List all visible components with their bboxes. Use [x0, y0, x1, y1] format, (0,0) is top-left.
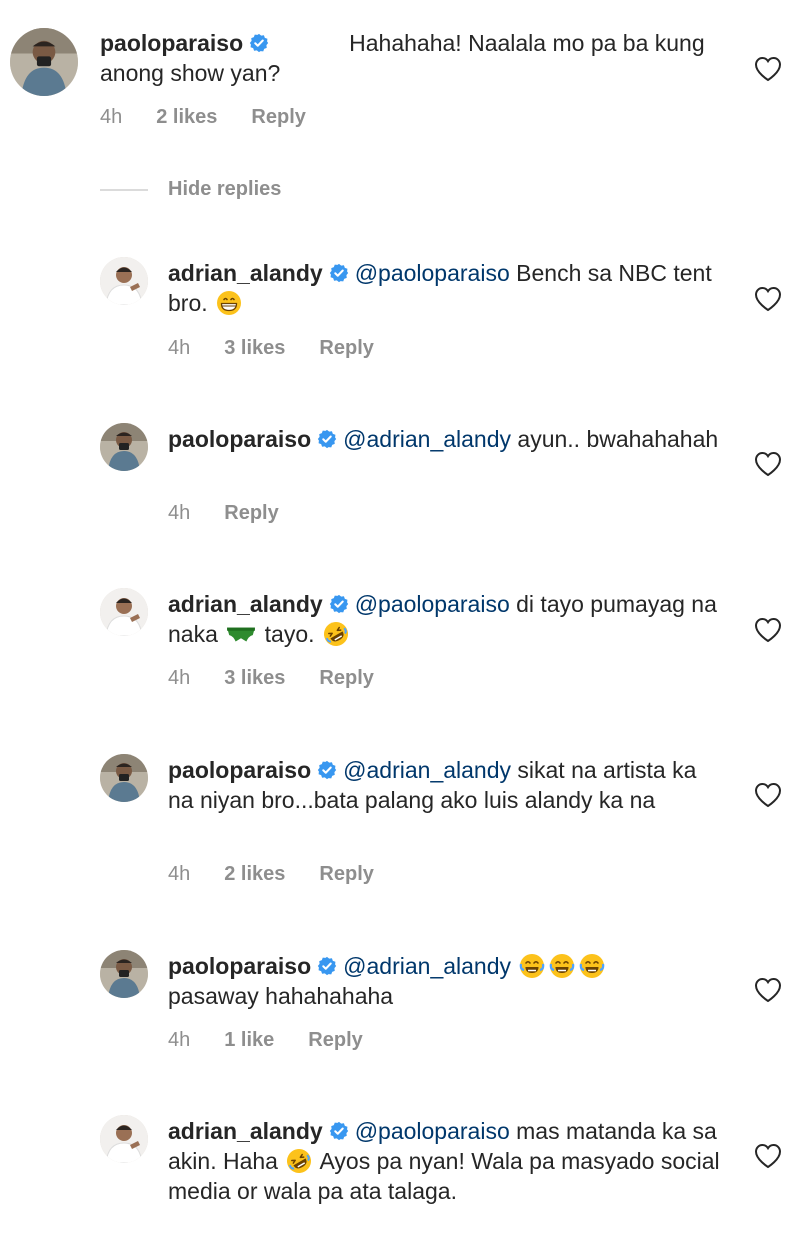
reply-meta: 4h 3 likes Reply: [168, 667, 408, 690]
reply-username[interactable]: adrian_alandy: [168, 1118, 323, 1144]
likes-count[interactable]: 3 likes: [224, 667, 285, 689]
reply-time: 4h: [168, 863, 191, 885]
heart-icon[interactable]: [754, 977, 782, 1003]
comment-time: 4h: [100, 106, 123, 128]
verified-badge-icon: [329, 594, 349, 614]
avatar-image: [100, 257, 148, 305]
reply-meta: 4h 3 likes Reply: [168, 337, 408, 360]
avatar-image: [100, 950, 148, 998]
rolling-on-floor-laughing-icon: [286, 1148, 312, 1174]
reply-username[interactable]: adrian_alandy: [168, 591, 323, 617]
likes-count[interactable]: 3 likes: [224, 337, 285, 359]
reply-body: paoloparaiso @adrian_alandy ayun.. bwahah…: [168, 424, 722, 454]
avatar-image: [100, 754, 148, 802]
mention-link[interactable]: @adrian_alandy: [343, 953, 511, 979]
comment-meta: 4h 2 likes Reply: [100, 106, 340, 129]
heart-icon[interactable]: [754, 1143, 782, 1169]
hide-replies-label[interactable]: Hide replies: [168, 178, 281, 201]
avatar-image: [100, 423, 148, 471]
verified-badge-icon: [329, 1121, 349, 1141]
reply-body: adrian_alandy @paoloparaiso di tayo pumay…: [168, 589, 722, 649]
reply-username[interactable]: paoloparaiso: [168, 757, 311, 783]
likes-count[interactable]: 1 like: [224, 1029, 274, 1051]
divider-line: [100, 188, 148, 191]
heart-icon[interactable]: [754, 56, 782, 82]
verified-badge-icon: [249, 33, 269, 53]
avatar-image: [100, 588, 148, 636]
avatar[interactable]: [10, 28, 78, 96]
green-swim-briefs-icon: [226, 624, 256, 644]
avatar[interactable]: [100, 423, 148, 471]
reply-button[interactable]: Reply: [319, 667, 373, 689]
comment-username[interactable]: paoloparaiso: [100, 30, 243, 56]
verified-badge-icon: [329, 263, 349, 283]
face-with-tears-of-joy-icon: [549, 953, 575, 979]
reply-button[interactable]: Reply: [224, 502, 278, 524]
hide-replies-toggle[interactable]: Hide replies: [100, 178, 281, 201]
reply-button[interactable]: Reply: [251, 106, 305, 128]
reply-button[interactable]: Reply: [308, 1029, 362, 1051]
avatar[interactable]: [100, 1115, 148, 1163]
reply-time: 4h: [168, 1029, 191, 1051]
reply-text-tail: tayo.: [264, 621, 315, 647]
mention-link[interactable]: @paoloparaiso: [355, 1118, 510, 1144]
comment-body: paoloparaiso Hahahaha! Naalala mo pa ba k…: [100, 28, 722, 88]
avatar[interactable]: [100, 257, 148, 305]
mention-link[interactable]: @adrian_alandy: [343, 426, 511, 452]
mention-link[interactable]: @adrian_alandy: [343, 757, 511, 783]
heart-icon[interactable]: [754, 782, 782, 808]
mention-link[interactable]: @paoloparaiso: [355, 260, 510, 286]
reply-button[interactable]: Reply: [319, 863, 373, 885]
heart-icon[interactable]: [754, 286, 782, 312]
reply-body: adrian_alandy @paoloparaiso mas matanda k…: [168, 1116, 722, 1206]
verified-badge-icon: [317, 760, 337, 780]
reply-meta: 4h 1 like Reply: [168, 1029, 397, 1052]
verified-badge-icon: [317, 956, 337, 976]
avatar-image: [100, 1115, 148, 1163]
avatar-image: [10, 28, 78, 96]
reply-meta: 4h Reply: [168, 502, 313, 525]
avatar[interactable]: [100, 950, 148, 998]
reply-text: ayun.. bwahahahah: [517, 426, 719, 452]
heart-icon[interactable]: [754, 451, 782, 477]
rolling-on-floor-laughing-icon: [323, 621, 349, 647]
reply-body: adrian_alandy @paoloparaiso Bench sa NBC …: [168, 258, 722, 318]
reply-username[interactable]: paoloparaiso: [168, 426, 311, 452]
reply-text: pasaway hahahahaha: [168, 983, 394, 1009]
reply-username[interactable]: paoloparaiso: [168, 953, 311, 979]
avatar[interactable]: [100, 588, 148, 636]
reply-body: paoloparaiso @adrian_alandy pasaway hahah…: [168, 951, 722, 1011]
reply-button[interactable]: Reply: [319, 337, 373, 359]
reply-meta: 4h 2 likes Reply: [168, 863, 408, 886]
likes-count[interactable]: 2 likes: [224, 863, 285, 885]
reply-body: paoloparaiso @adrian_alandy sikat na arti…: [168, 755, 722, 815]
face-with-tears-of-joy-icon: [519, 953, 545, 979]
verified-badge-icon: [317, 429, 337, 449]
reply-time: 4h: [168, 502, 191, 524]
heart-icon[interactable]: [754, 617, 782, 643]
avatar[interactable]: [100, 754, 148, 802]
grinning-face-icon: [216, 290, 242, 316]
mention-link[interactable]: @paoloparaiso: [355, 591, 510, 617]
reply-username[interactable]: adrian_alandy: [168, 260, 323, 286]
likes-count[interactable]: 2 likes: [156, 106, 217, 128]
reply-time: 4h: [168, 337, 191, 359]
reply-time: 4h: [168, 667, 191, 689]
face-with-tears-of-joy-icon: [579, 953, 605, 979]
